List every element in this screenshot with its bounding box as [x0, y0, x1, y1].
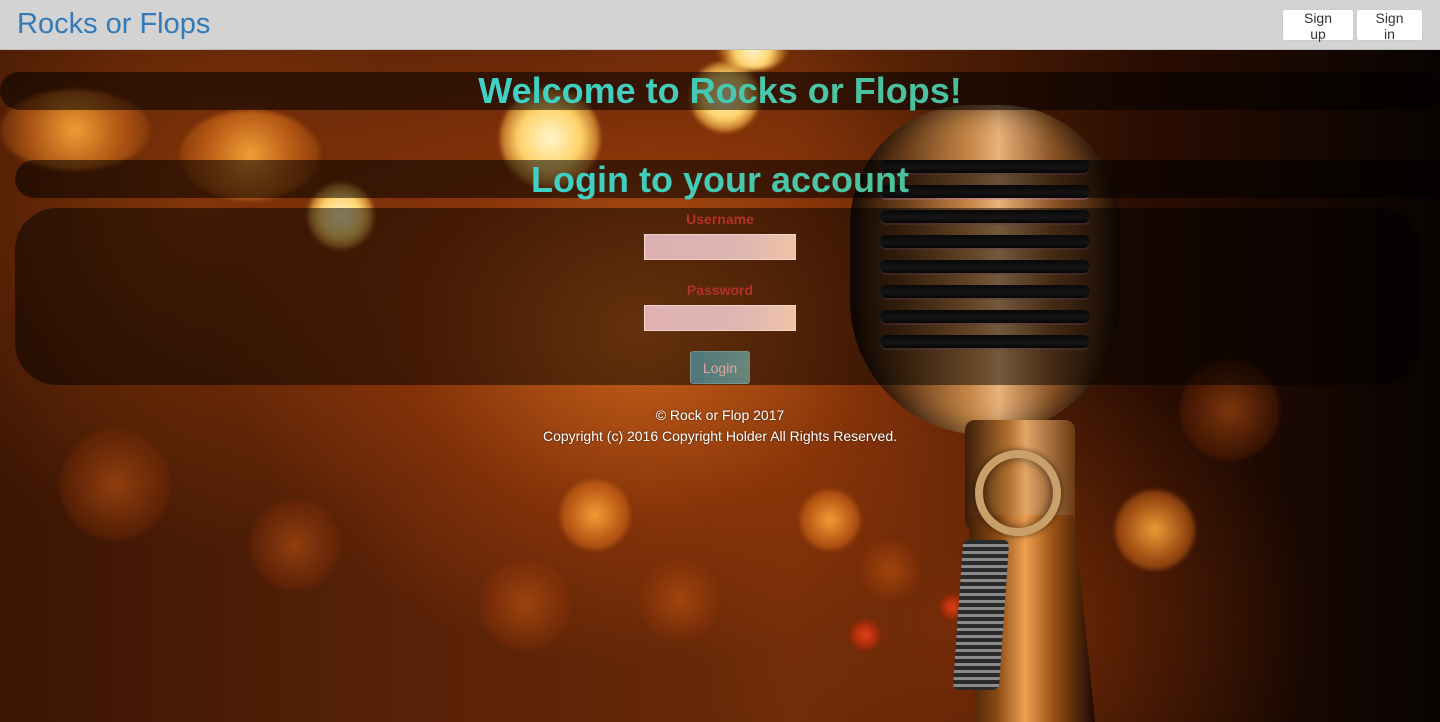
- sign-in-button[interactable]: Sign in: [1356, 9, 1423, 42]
- password-label: Password: [686, 282, 754, 298]
- footer-copyright-short: © Rock or Flop 2017: [655, 407, 785, 423]
- login-button[interactable]: Login: [690, 351, 750, 384]
- username-input[interactable]: [644, 234, 796, 260]
- sign-up-button[interactable]: Sign up: [1282, 9, 1354, 42]
- top-navbar: Rocks or Flops Sign up Sign in: [0, 0, 1440, 50]
- microphone-ring: [975, 450, 1061, 536]
- username-label: Username: [686, 211, 754, 227]
- password-input[interactable]: [644, 305, 796, 331]
- login-title: Login to your account: [0, 160, 1440, 200]
- welcome-title: Welcome to Rocks or Flops!: [0, 71, 1440, 111]
- brand-link[interactable]: Rocks or Flops: [17, 7, 210, 41]
- footer-copyright-full: Copyright (c) 2016 Copyright Holder All …: [542, 428, 898, 444]
